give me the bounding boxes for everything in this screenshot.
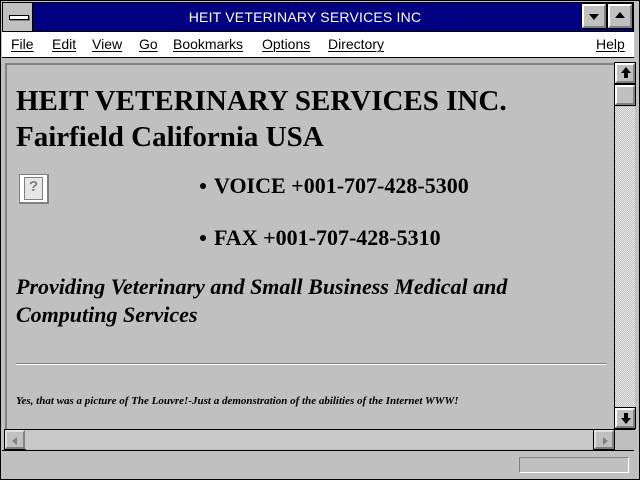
menu-edit[interactable]: Edit xyxy=(52,36,76,52)
bullet-icon xyxy=(200,182,206,189)
menu-options[interactable]: Options xyxy=(262,36,310,52)
voice-number: VOICE +001-707-428-5300 xyxy=(214,173,469,198)
heading-line-2: Fairfield California USA xyxy=(16,121,324,153)
bullet-icon xyxy=(200,234,206,241)
minimize-button[interactable] xyxy=(581,3,607,29)
maximize-button[interactable] xyxy=(607,3,633,29)
title-bar[interactable]: HEIT VETERINARY SERVICES INC xyxy=(2,2,634,32)
window-title: HEIT VETERINARY SERVICES INC xyxy=(188,9,422,25)
horizontal-rule xyxy=(16,363,606,365)
menu-view[interactable]: View xyxy=(92,36,122,52)
status-bar xyxy=(2,450,634,476)
scroll-left-button[interactable] xyxy=(4,429,26,450)
system-menu-button[interactable] xyxy=(3,3,33,31)
question-mark-icon: ? xyxy=(29,178,39,195)
menu-go[interactable]: Go xyxy=(139,36,158,52)
footnote-text: Yes, that was a picture of The Louvre!-J… xyxy=(16,395,459,407)
scroll-track[interactable] xyxy=(615,107,635,410)
arrow-left-icon xyxy=(12,437,17,445)
system-menu-icon xyxy=(9,15,29,20)
heading-line-1: HEIT VETERINARY SERVICES INC. xyxy=(16,85,507,117)
status-progress-field xyxy=(519,457,629,473)
tagline: Providing Veterinary and Small Business … xyxy=(16,274,508,327)
broken-image-icon[interactable]: ? xyxy=(19,174,49,204)
page-content: HEIT VETERINARY SERVICES INC. Fairfield … xyxy=(5,63,614,429)
menu-help[interactable]: Help xyxy=(596,36,625,52)
arrow-right-icon xyxy=(603,437,608,445)
minimize-icon xyxy=(589,14,599,20)
menu-bar: File Edit View Go Bookmarks Options Dire… xyxy=(2,32,634,58)
vertical-scrollbar[interactable] xyxy=(614,62,636,429)
scroll-right-button[interactable] xyxy=(593,429,615,450)
arrow-down-icon xyxy=(621,418,631,424)
scroll-up-button[interactable] xyxy=(614,62,636,84)
horizontal-scrollbar[interactable] xyxy=(4,429,615,450)
menu-directory[interactable]: Directory xyxy=(328,36,384,52)
scrollbar-corner xyxy=(614,429,635,449)
fax-number: FAX +001-707-428-5310 xyxy=(214,225,441,250)
arrow-down-stem xyxy=(624,413,628,418)
maximize-icon xyxy=(615,12,625,18)
menu-bookmarks[interactable]: Bookmarks xyxy=(173,36,243,52)
scroll-thumb[interactable] xyxy=(614,84,636,106)
list-item: FAX +001-707-428-5310 xyxy=(200,225,441,251)
menu-file[interactable]: File xyxy=(11,36,34,52)
list-item: VOICE +001-707-428-5300 xyxy=(200,173,469,199)
scroll-down-button[interactable] xyxy=(614,407,636,429)
arrow-up-stem xyxy=(624,73,628,78)
horizontal-scroll-track[interactable] xyxy=(25,430,594,449)
page-heading: HEIT VETERINARY SERVICES INC. Fairfield … xyxy=(16,83,507,155)
